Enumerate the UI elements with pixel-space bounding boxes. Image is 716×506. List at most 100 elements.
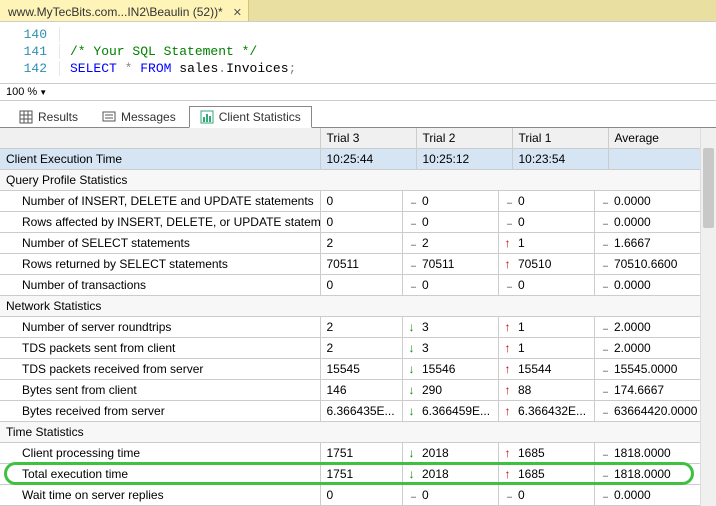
cell: 2018 — [416, 464, 498, 485]
arrow-right-icon: → — [505, 194, 513, 208]
client-statistics-grid: Trial 3 Trial 2 Trial 1 Average Client E… — [0, 128, 716, 506]
table-row[interactable]: TDS packets sent from client2↓3↑1→2.0000 — [0, 338, 716, 359]
arrow-right-icon: → — [601, 278, 609, 292]
arrow-right-icon: → — [601, 467, 609, 481]
cell: 0 — [416, 212, 498, 233]
cell: 0 — [320, 212, 402, 233]
arrow-up-icon: ↑ — [505, 341, 511, 355]
cell: 15546 — [416, 359, 498, 380]
zoom-selector[interactable]: 100 % ▼ — [0, 83, 716, 101]
grid-icon — [19, 110, 33, 124]
messages-icon — [102, 110, 116, 124]
file-tab[interactable]: www.MyTecBits.com...IN2\Beaulin (52))* ✕ — [0, 0, 249, 21]
arrow-right-icon: → — [601, 362, 609, 376]
cell: 10:23:54 — [512, 149, 608, 170]
section-label: Time Statistics — [0, 422, 716, 443]
cell: 0 — [512, 212, 594, 233]
cell: 0 — [416, 275, 498, 296]
arrow-right-icon: → — [601, 194, 609, 208]
cell: 0 — [416, 191, 498, 212]
cell: 0 — [512, 485, 594, 506]
row-label: Total execution time — [0, 464, 320, 485]
cell: 1 — [512, 233, 594, 254]
row-label: Number of SELECT statements — [0, 233, 320, 254]
tab-client-statistics[interactable]: Client Statistics — [189, 106, 312, 128]
table-row[interactable]: TDS packets received from server15545↓15… — [0, 359, 716, 380]
section-time: Time Statistics — [0, 422, 716, 443]
cell: 1751 — [320, 464, 402, 485]
row-label: Rows affected by INSERT, DELETE, or UPDA… — [0, 212, 320, 233]
table-row[interactable]: Number of SELECT statements2→2↑1→1.6667 — [0, 233, 716, 254]
tab-label: Messages — [121, 110, 176, 124]
arrow-right-icon: → — [601, 320, 609, 334]
arrow-right-icon: → — [601, 341, 609, 355]
tab-results[interactable]: Results — [8, 106, 89, 128]
cell: 1751 — [320, 443, 402, 464]
arrow-down-icon: ↓ — [409, 362, 415, 376]
table-row[interactable]: Rows affected by INSERT, DELETE, or UPDA… — [0, 212, 716, 233]
close-icon[interactable]: ✕ — [233, 6, 242, 19]
section-query-profile: Query Profile Statistics — [0, 170, 716, 191]
cell: 3 — [416, 338, 498, 359]
row-label: TDS packets received from server — [0, 359, 320, 380]
code-token: sales — [179, 61, 218, 76]
cell: 0 — [320, 275, 402, 296]
cell: 10:25:44 — [320, 149, 416, 170]
cell: 1 — [512, 338, 594, 359]
tab-messages[interactable]: Messages — [91, 106, 187, 128]
cell: 6.366459E... — [416, 401, 498, 422]
zoom-value: 100 % — [6, 86, 37, 98]
code-token: Invoices — [226, 61, 288, 76]
arrow-up-icon: ↑ — [505, 320, 511, 334]
row-label: TDS packets sent from client — [0, 338, 320, 359]
table-row[interactable]: Rows returned by SELECT statements70511→… — [0, 254, 716, 275]
arrow-down-icon: ↓ — [409, 383, 415, 397]
header-trial3: Trial 3 — [320, 128, 416, 149]
cell: 10:25:12 — [416, 149, 512, 170]
row-label: Number of server roundtrips — [0, 317, 320, 338]
file-tab-title: www.MyTecBits.com...IN2\Beaulin (52))* — [8, 5, 223, 19]
table-row[interactable]: Number of server roundtrips2↓3↑1→2.0000 — [0, 317, 716, 338]
arrow-right-icon: → — [601, 257, 609, 271]
table-row[interactable]: Wait time on server replies0→0→0→0.0000 — [0, 485, 716, 506]
arrow-up-icon: ↑ — [505, 362, 511, 376]
table-row[interactable]: Bytes received from server6.366435E...↓6… — [0, 401, 716, 422]
arrow-right-icon: → — [601, 446, 609, 460]
header-row: Trial 3 Trial 2 Trial 1 Average — [0, 128, 716, 149]
row-label: Wait time on server replies — [0, 485, 320, 506]
arrow-right-icon: → — [409, 215, 417, 229]
arrow-down-icon: ↓ — [409, 341, 415, 355]
cell: 1685 — [512, 443, 594, 464]
arrow-right-icon: → — [601, 215, 609, 229]
table-row[interactable]: Number of transactions0→0→0→0.0000 — [0, 275, 716, 296]
cell: 6.366432E... — [512, 401, 594, 422]
cell: 0 — [512, 275, 594, 296]
arrow-right-icon: → — [505, 488, 513, 502]
code-keyword: FROM — [140, 61, 171, 76]
row-label: Bytes received from server — [0, 401, 320, 422]
result-tab-strip: Results Messages Client Statistics — [0, 101, 716, 128]
line-number: 141 — [0, 44, 60, 59]
header-trial1: Trial 1 — [512, 128, 608, 149]
arrow-up-icon: ↑ — [505, 446, 511, 460]
table-row[interactable]: Client processing time1751↓2018↑1685→181… — [0, 443, 716, 464]
arrow-right-icon: → — [601, 404, 609, 418]
stats-icon — [200, 110, 214, 124]
arrow-down-icon: ↓ — [409, 320, 415, 334]
table-row[interactable]: Total execution time1751↓2018↑1685→1818.… — [0, 464, 716, 485]
sql-editor[interactable]: 140 141 /* Your SQL Statement */ 142 SEL… — [0, 22, 716, 83]
vertical-scrollbar[interactable] — [700, 128, 716, 506]
scrollbar-thumb[interactable] — [703, 148, 714, 228]
cell: 2 — [416, 233, 498, 254]
arrow-right-icon: → — [409, 488, 417, 502]
exec-time-row[interactable]: Client Execution Time 10:25:44 10:25:12 … — [0, 149, 716, 170]
table-row[interactable]: Number of INSERT, DELETE and UPDATE stat… — [0, 191, 716, 212]
arrow-down-icon: ↓ — [409, 467, 415, 481]
file-tab-strip: www.MyTecBits.com...IN2\Beaulin (52))* ✕ — [0, 0, 716, 22]
table-row[interactable]: Bytes sent from client146↓290↑88→174.666… — [0, 380, 716, 401]
cell: 88 — [512, 380, 594, 401]
arrow-down-icon: ↓ — [409, 446, 415, 460]
cell: 15544 — [512, 359, 594, 380]
arrow-right-icon: → — [409, 194, 417, 208]
cell: 70511 — [320, 254, 402, 275]
